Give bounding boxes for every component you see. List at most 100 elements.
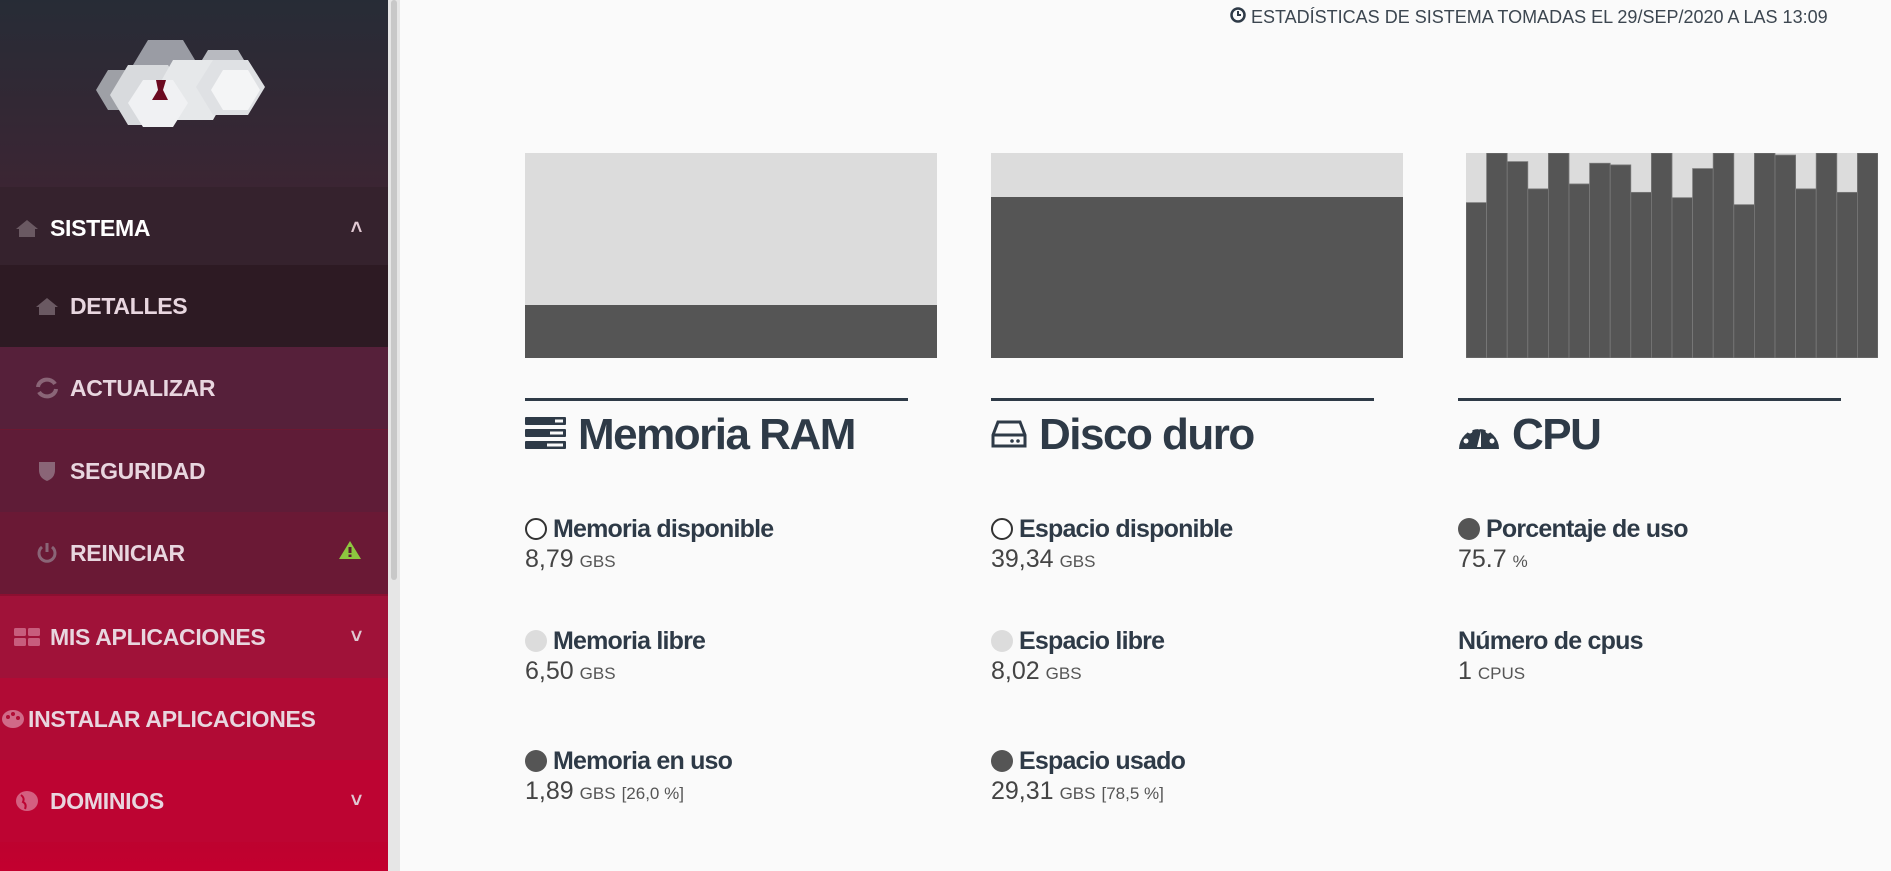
divider [991,398,1374,401]
stat-unit: GBS [1045,664,1082,683]
stat-unit: GBS [579,664,616,683]
hard-drive-icon [991,410,1027,460]
stat-unit: % [1512,552,1528,571]
sidebar-item-reiniciar[interactable]: REINICIAR [0,512,388,594]
stat-value: 6,50 [525,657,574,685]
stat-value: 1,89 [525,777,574,805]
cpu-usage-chart [1466,153,1878,358]
home-icon [34,295,60,317]
cpu-bar [1609,164,1632,358]
stat-unit: GBS [1059,552,1096,571]
cpu-bar [1795,188,1817,358]
cpu-bar [1692,168,1714,358]
warning-icon [338,540,362,566]
memory-icon [525,410,566,460]
stat-unit: CPUS [1477,664,1526,683]
cpu-bar [1568,183,1591,358]
stat-label: Número de cpus [1458,626,1643,655]
cpu-bar [1856,153,1878,358]
cpu-bar [1753,153,1776,358]
grid-icon [14,626,40,648]
legend-free-icon [991,630,1013,652]
stat-value: 1 [1458,657,1472,685]
stat-unit: GBS [1059,784,1096,803]
sidebar-item-actualizar[interactable]: ACTUALIZAR [0,347,388,429]
cpu-bar [1589,162,1611,358]
stat-label: Memoria libre [553,626,706,655]
sidebar: SISTEMA ˄ DETALLES ACTUALIZAR SEGURIDAD … [0,0,388,871]
cpu-bar [1548,153,1570,358]
shield-icon [34,460,60,482]
cpu-bar [1815,153,1838,358]
stat-unit: GBS [579,552,616,571]
stat-label: Espacio usado [1019,746,1186,775]
cpu-bar [1486,153,1508,358]
section-title: Memoria RAM [578,410,856,459]
stats-timestamp: ESTADÍSTICAS DE SISTEMA TOMADAS EL 29/SE… [1230,7,1828,28]
sidebar-item-label: REINICIAR [70,539,185,566]
cpu-bar [1506,161,1529,358]
refresh-icon [34,377,60,399]
sidebar-item-label: SEGURIDAD [70,457,206,484]
dashboard-icon [1458,410,1500,460]
sidebar-item-mis-aplicaciones[interactable]: MIS APLICACIONES ˅ [0,596,388,678]
sidebar-item-label: DOMINIOS [50,787,164,814]
ram-section: Memoria RAM Memoria disponible 8,79 GBS M… [525,398,915,815]
cpu-bar [1527,188,1549,358]
clock-icon [1230,7,1246,28]
stat-percent: [78,5 %] [1101,784,1164,803]
palette-icon [0,708,26,730]
globe-icon [14,790,40,812]
sidebar-item-detalles[interactable]: DETALLES [0,265,388,347]
timestamp-text: ESTADÍSTICAS DE SISTEMA TOMADAS EL 29/SE… [1251,7,1828,27]
sidebar-item-label: MIS APLICACIONES [50,623,266,650]
disk-section: Disco duro Espacio disponible 39,34 GBS E… [991,398,1381,815]
section-title: Disco duro [1039,410,1255,459]
stat-label: Porcentaje de uso [1486,514,1689,543]
stat-value: 8,02 [991,657,1040,685]
sidebar-item-dominios[interactable]: DOMINIOS ˅ [0,760,388,842]
power-icon [34,542,60,564]
scrollbar-thumb[interactable] [391,0,397,580]
sidebar-item-sistema[interactable]: SISTEMA ˄ [0,187,388,269]
stat-value: 29,31 [991,777,1054,805]
stat-value: 8,79 [525,545,574,573]
sidebar-item-label: SISTEMA [50,214,151,241]
sidebar-item-label: ACTUALIZAR [70,374,216,401]
ram-used-bar [525,304,937,358]
sidebar-item-label: DETALLES [70,292,188,319]
legend-free-icon [525,630,547,652]
cpu-bar [1733,204,1755,358]
sidebar-item-instalar-aplicaciones[interactable]: INSTALAR APLICACIONES [0,678,388,760]
chevron-down-icon[interactable]: ˅ [351,790,363,813]
stat-label: Espacio libre [1019,626,1165,655]
legend-used-icon [1458,518,1480,540]
cpu-bar [1836,191,1858,358]
divider [1458,398,1841,401]
stat-label: Memoria en uso [553,746,733,775]
cpu-bar [1671,197,1694,358]
disk-used-bar [991,197,1403,358]
stat-value: 39,34 [991,545,1054,573]
logo [96,40,265,127]
sidebar-item-label: INSTALAR APLICACIONES [28,705,316,732]
chevron-down-icon[interactable]: ˅ [351,626,363,649]
ram-usage-chart [525,153,937,358]
stat-value: 75.7 [1458,545,1507,573]
cpu-bar [1774,154,1797,358]
legend-used-icon [991,750,1013,772]
legend-used-icon [525,750,547,772]
disk-usage-chart [991,153,1403,358]
legend-available-icon [525,518,547,540]
chevron-up-icon[interactable]: ˄ [351,217,363,240]
sidebar-item-seguridad[interactable]: SEGURIDAD [0,430,388,512]
cpu-section: CPU Porcentaje de uso 75.7% Número de cp… [1458,398,1848,695]
cpu-bar [1650,153,1673,358]
stat-label: Espacio disponible [1019,514,1233,543]
stat-label: Memoria disponible [553,514,774,543]
home-icon [14,217,40,239]
section-title: CPU [1512,410,1602,459]
stat-unit: GBS [579,784,616,803]
cpu-bar [1712,153,1735,358]
stat-percent: [26,0 %] [621,784,684,803]
